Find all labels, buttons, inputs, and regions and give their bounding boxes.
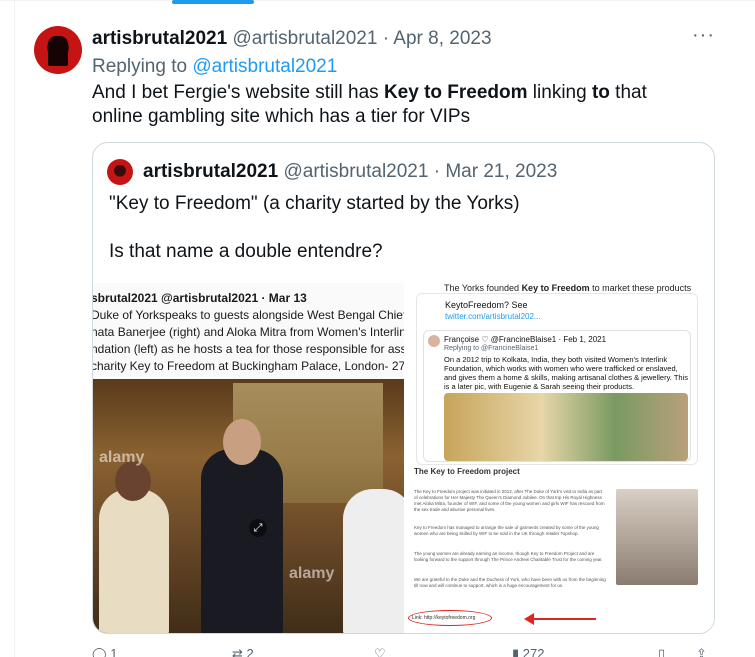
watermark-1: alamy xyxy=(99,449,145,466)
retweet-count: 2 xyxy=(246,646,254,657)
quoted-separator: · xyxy=(433,161,441,182)
doc-title: The Key to Freedom project xyxy=(414,467,520,476)
like-button[interactable]: ♡ xyxy=(374,646,386,657)
photo-person-center xyxy=(201,449,283,633)
bookmark-icon: ▯ xyxy=(658,646,666,657)
doc-paragraph-1: The Key to Freedom project was initiated… xyxy=(414,489,605,512)
reply-icon: ◯ xyxy=(92,646,107,657)
replying-to: Replying to @artisbrutal2021 xyxy=(92,56,337,78)
timeline-left-border xyxy=(14,0,15,657)
photo-person-left-head xyxy=(115,461,151,501)
retweet-icon: ⇄ xyxy=(232,646,243,657)
inner-user: Françoise ♡ @FrancineBlaise1 · Feb 1, 20… xyxy=(444,335,607,344)
bookmark-button[interactable]: ▯ xyxy=(658,646,665,657)
quoted-tweet[interactable]: artisbrutal2021 @artisbrutal2021 · Mar 2… xyxy=(92,142,715,634)
tweet-text-seg-1: And I bet Fergie's website still has xyxy=(92,82,384,103)
views-icon: ▮ xyxy=(512,646,520,657)
expand-icon[interactable]: ⤢ xyxy=(249,519,267,537)
event-photo: alamy alamy ⤢ xyxy=(93,379,404,633)
inner-avatar xyxy=(428,335,440,347)
watermark-2: alamy xyxy=(289,565,335,582)
share-icon: ⇪ xyxy=(696,646,707,657)
right-title-prefix: The Yorks founded xyxy=(444,283,522,293)
top-divider xyxy=(0,0,755,10)
quoted-avatar[interactable] xyxy=(107,159,133,185)
annotation-arrow xyxy=(524,613,596,625)
right-title-suffix: to market these products xyxy=(589,283,692,293)
quoted-image-right[interactable]: The Yorks founded Key to Freedom to mark… xyxy=(406,283,714,633)
inner-photo xyxy=(444,393,688,461)
display-name[interactable]: artisbrutal2021 xyxy=(92,28,227,49)
document-screenshot: The Key to Freedom project The Key to Fr… xyxy=(406,465,714,633)
share-button[interactable]: ⇪ xyxy=(696,646,707,657)
doc-model-photo xyxy=(616,489,698,585)
image-caption: sbrutal2021 @artisbrutal2021 · Mar 13 Du… xyxy=(93,283,404,379)
quoted-date[interactable]: Mar 21, 2023 xyxy=(445,161,557,182)
doc-paragraph-2: Key to Freedom has managed to arrange th… xyxy=(414,525,599,536)
heart-icon: ♡ xyxy=(374,646,386,657)
embedded-inner-tweet: Françoise ♡ @FrancineBlaise1 · Feb 1, 20… xyxy=(423,330,691,462)
replying-to-link[interactable]: @artisbrutal2021 xyxy=(192,56,337,77)
caption-line-1: sbrutal2021 @artisbrutal2021 · Mar 13 xyxy=(93,291,307,305)
annotation-circle xyxy=(408,610,492,626)
card-line-1: KeytoFreedom? See xyxy=(445,300,528,310)
tweet-text-bold-1: Key to Freedom xyxy=(383,82,528,103)
tweet-text-bold-2: to xyxy=(591,82,610,103)
quoted-header: artisbrutal2021 @artisbrutal2021 · Mar 2… xyxy=(143,161,557,183)
caption-line-2: Duke of Yorkspeaks to guests alongside W… xyxy=(93,308,404,322)
reply-button[interactable]: ◯ 1 xyxy=(92,646,117,657)
photo-person-left xyxy=(99,489,169,633)
action-bar: ◯ 1 ⇄ 2 ♡ ▮ 272 ▯ ⇪ xyxy=(92,646,712,657)
right-title-bold: Key to Freedom xyxy=(521,283,590,293)
handle[interactable]: @artisbrutal2021 xyxy=(232,28,377,49)
caption-line-4: ndation (left) as he hosts a tea for tho… xyxy=(93,342,404,356)
inner-text: On a 2012 trip to Kolkata, India, they b… xyxy=(444,355,688,391)
tweet-text-seg-2: linking xyxy=(527,82,592,103)
embedded-tweet-card: KeytoFreedom? See twitter.com/artisbruta… xyxy=(416,293,698,465)
doc-paragraph-3: The young women are already earning an i… xyxy=(414,551,603,562)
separator: · xyxy=(382,28,390,49)
quoted-handle[interactable]: @artisbrutal2021 xyxy=(283,161,428,182)
doc-paragraph-4: We are grateful to the Duke and the Duch… xyxy=(414,577,606,588)
views-count: 272 xyxy=(522,646,545,657)
quoted-display-name[interactable]: artisbrutal2021 xyxy=(143,161,278,182)
photo-person-right xyxy=(343,489,404,633)
quoted-image-left[interactable]: sbrutal2021 @artisbrutal2021 · Mar 13 Du… xyxy=(93,283,404,633)
tweet-text: And I bet Fergie's website still has Key… xyxy=(92,81,702,129)
caption-line-5: charity Key to Freedom at Buckingham Pal… xyxy=(93,359,404,373)
reply-count: 1 xyxy=(110,646,118,657)
avatar-figure xyxy=(48,36,68,66)
more-horizontal-icon[interactable]: ··· xyxy=(692,25,714,45)
avatar[interactable] xyxy=(34,26,82,74)
caption-line-3: nata Banerjee (right) and Aloka Mitra fr… xyxy=(93,325,404,339)
replying-prefix: Replying to xyxy=(92,56,188,77)
photo-person-center-head xyxy=(223,419,261,465)
inner-replying: Replying to @FrancineBlaise1 xyxy=(444,345,539,352)
right-image-title: The Yorks founded Key to Freedom to mark… xyxy=(444,283,691,293)
tweet-date[interactable]: Apr 8, 2023 xyxy=(393,28,491,49)
tweet-header: artisbrutal2021 @artisbrutal2021 · Apr 8… xyxy=(92,28,492,50)
quoted-text-line-2: Is that name a double entendre? xyxy=(109,241,383,262)
quoted-text-line-1: "Key to Freedom" (a charity started by t… xyxy=(109,193,520,214)
card-link: twitter.com/artisbrutal202... xyxy=(445,312,541,321)
views-button[interactable]: ▮ 272 xyxy=(512,646,544,657)
retweet-button[interactable]: ⇄ 2 xyxy=(232,646,254,657)
active-tab-indicator xyxy=(172,0,254,4)
